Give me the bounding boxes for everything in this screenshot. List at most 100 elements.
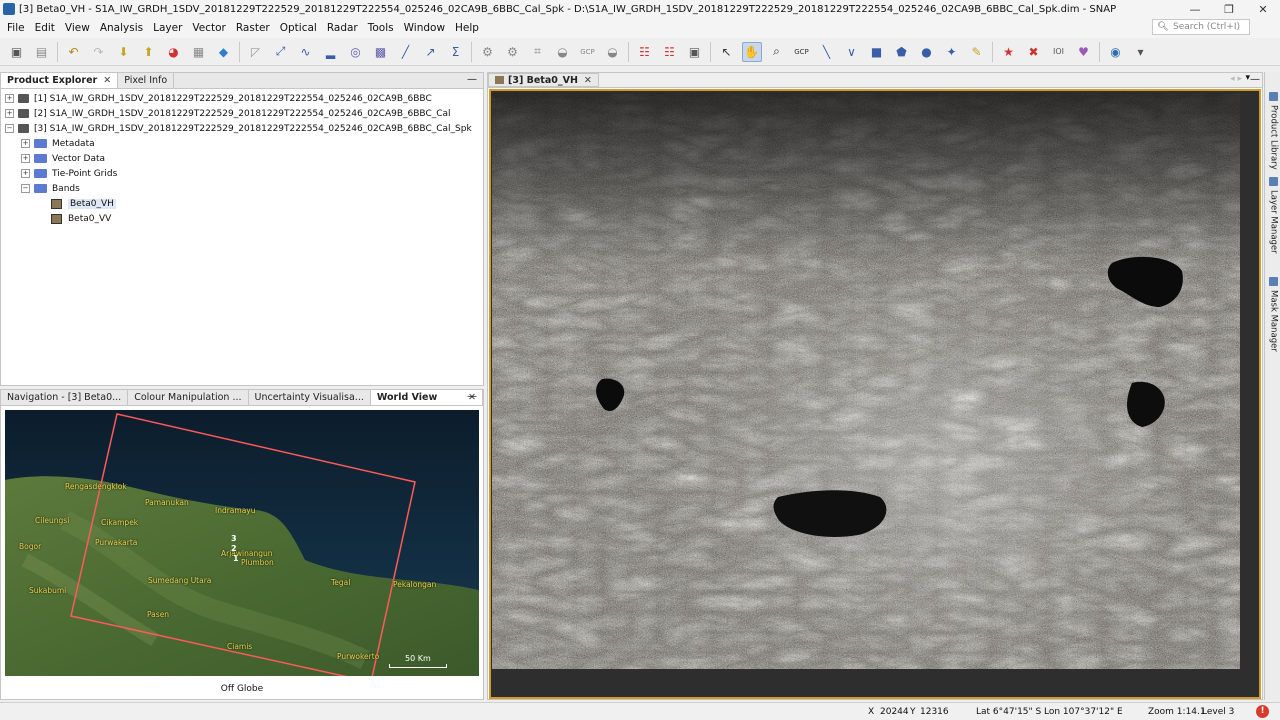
- close-icon[interactable]: ✕: [584, 75, 592, 86]
- tab-navigation[interactable]: Navigation - [3] Beta0...: [1, 390, 129, 405]
- range-finder-icon[interactable]: ⤢: [271, 42, 291, 62]
- more-tools-icon[interactable]: ▾: [1131, 42, 1151, 62]
- statistics-icon[interactable]: ◆: [214, 42, 234, 62]
- sar-image-canvas[interactable]: [492, 93, 1240, 669]
- menu-edit[interactable]: Edit: [30, 22, 60, 34]
- tab-product-explorer[interactable]: Product Explorer ✕: [1, 73, 119, 88]
- graph-icon[interactable]: ⚙: [478, 42, 498, 62]
- zoom-tool-icon[interactable]: ⌕: [767, 42, 787, 62]
- sum-icon[interactable]: Σ: [446, 42, 466, 62]
- sigma-icon[interactable]: ╱: [396, 42, 416, 62]
- expand-icon[interactable]: +: [21, 169, 30, 178]
- search-field[interactable]: 🔍︎ Search (Ctrl+I): [1152, 19, 1250, 35]
- ioi-icon[interactable]: IOI: [1049, 42, 1069, 62]
- red-grid-icon[interactable]: ☷: [635, 42, 655, 62]
- tab-scroll-icon[interactable]: ◂ ▸: [1230, 74, 1242, 84]
- expand-icon[interactable]: +: [5, 109, 14, 118]
- draw-icon[interactable]: ✎: [967, 42, 987, 62]
- graph-builder-icon[interactable]: ◸: [246, 42, 266, 62]
- star-icon[interactable]: ★: [999, 42, 1019, 62]
- tab-pixel-info[interactable]: Pixel Info: [118, 73, 175, 88]
- polygon-tool-icon[interactable]: ⬟: [892, 42, 912, 62]
- tab-colour-manipulation[interactable]: Colour Manipulation ...: [128, 390, 249, 405]
- import-icon[interactable]: ⬇: [114, 42, 134, 62]
- place-label: Cileungsi: [35, 516, 70, 525]
- ellipse-tool-icon[interactable]: ●: [917, 42, 937, 62]
- close-button[interactable]: ✕: [1246, 3, 1280, 16]
- status-y: 12316: [920, 707, 949, 717]
- line-tool-icon[interactable]: ╲: [817, 42, 837, 62]
- expand-icon[interactable]: +: [21, 154, 30, 163]
- tree-folder-tie-point-grids[interactable]: + Tie-Point Grids: [5, 166, 479, 181]
- profile-icon[interactable]: ◎: [346, 42, 366, 62]
- tree-product-3[interactable]: − [3] S1A_IW_GRDH_1SDV_20181229T222529_2…: [5, 121, 479, 136]
- mask-icon[interactable]: ◒: [553, 42, 573, 62]
- minimize-panel-icon[interactable]: —: [1250, 74, 1260, 85]
- tree-folder-bands[interactable]: − Bands: [5, 181, 479, 196]
- tab-uncertainty-visualisation[interactable]: Uncertainty Visualisa...: [249, 390, 371, 405]
- new-product-icon[interactable]: ▣: [7, 42, 27, 62]
- tree-band-beta0-vh[interactable]: Beta0_VH: [5, 196, 479, 211]
- select-tool-icon[interactable]: ↖: [717, 42, 737, 62]
- menu-vector[interactable]: Vector: [187, 22, 230, 34]
- world-map[interactable]: Rengasdengklok Pamanukan Indramayu Cileu…: [5, 410, 479, 676]
- menu-optical[interactable]: Optical: [275, 22, 322, 34]
- menu-raster[interactable]: Raster: [231, 22, 275, 34]
- pan-tool-icon[interactable]: ✋: [741, 41, 762, 62]
- minimize-panel-icon[interactable]: —: [467, 74, 477, 85]
- open-icon[interactable]: ▤: [32, 42, 52, 62]
- sync-view-icon[interactable]: ♥: [1074, 42, 1094, 62]
- side-tab-layer-manager[interactable]: Layer Manager: [1267, 177, 1280, 254]
- tree-folder-vector-data[interactable]: + Vector Data: [5, 151, 479, 166]
- restore-button[interactable]: ❐: [1212, 3, 1246, 16]
- menu-window[interactable]: Window: [399, 22, 450, 34]
- tab-image-view[interactable]: [3] Beta0_VH ✕: [488, 73, 599, 87]
- menu-tools[interactable]: Tools: [363, 22, 399, 34]
- magic-wand-icon[interactable]: ✦: [942, 42, 962, 62]
- rgb-icon[interactable]: ◕: [164, 42, 184, 62]
- sync-cursor-icon[interactable]: ✖: [1024, 42, 1044, 62]
- histogram-icon[interactable]: ▂: [321, 42, 341, 62]
- close-icon[interactable]: ✕: [103, 75, 111, 86]
- menu-file[interactable]: File: [2, 22, 30, 34]
- side-tab-product-library[interactable]: Product Library: [1267, 92, 1280, 170]
- expand-icon[interactable]: +: [5, 94, 14, 103]
- error-notification-icon[interactable]: !: [1256, 705, 1269, 718]
- menu-view[interactable]: View: [60, 22, 95, 34]
- grid-red-icon[interactable]: ☷: [660, 42, 680, 62]
- redo-icon[interactable]: ↷: [89, 42, 109, 62]
- spectrum-icon[interactable]: ∿: [296, 42, 316, 62]
- place-label: Pasen: [147, 610, 170, 619]
- side-tab-mask-manager[interactable]: Mask Manager: [1267, 277, 1280, 352]
- menu-analysis[interactable]: Analysis: [95, 22, 148, 34]
- grid-icon[interactable]: ⌗: [528, 42, 548, 62]
- rectangle-tool-icon[interactable]: ■: [867, 42, 887, 62]
- scatter-icon[interactable]: ▩: [371, 42, 391, 62]
- minimize-button[interactable]: —: [1178, 3, 1212, 16]
- collapse-icon[interactable]: −: [21, 184, 30, 193]
- polyline-tool-icon[interactable]: ∨: [842, 42, 862, 62]
- band-maths-icon[interactable]: ▦: [189, 42, 209, 62]
- tree-product-1[interactable]: + [1] S1A_IW_GRDH_1SDV_20181229T222529_2…: [5, 91, 479, 106]
- world-icon[interactable]: ◉: [1106, 42, 1126, 62]
- expand-icon[interactable]: +: [21, 139, 30, 148]
- gcp-tool-icon[interactable]: GCP: [792, 42, 812, 62]
- pin-manager-icon[interactable]: ↗: [421, 42, 441, 62]
- gcp-manager-icon[interactable]: ◒: [603, 42, 623, 62]
- tree-product-2[interactable]: + [2] S1A_IW_GRDH_1SDV_20181229T222529_2…: [5, 106, 479, 121]
- tree-folder-metadata[interactable]: + Metadata: [5, 136, 479, 151]
- map-canvas: [5, 410, 479, 676]
- tree-band-beta0-vv[interactable]: Beta0_VV: [5, 211, 479, 226]
- minimize-panel-icon[interactable]: —: [467, 391, 477, 402]
- undo-icon[interactable]: ↶: [64, 42, 84, 62]
- compute-icon[interactable]: ⚙: [503, 42, 523, 62]
- menu-radar[interactable]: Radar: [322, 22, 363, 34]
- gcp-icon[interactable]: GCP: [578, 42, 598, 62]
- place-label: Indramayu: [215, 506, 256, 515]
- collapse-icon[interactable]: −: [5, 124, 14, 133]
- menu-layer[interactable]: Layer: [148, 22, 187, 34]
- menu-help[interactable]: Help: [450, 22, 484, 34]
- place-label: Purwakarta: [95, 538, 138, 547]
- export-icon[interactable]: ⬆: [139, 42, 159, 62]
- sync-icon[interactable]: ▣: [685, 42, 705, 62]
